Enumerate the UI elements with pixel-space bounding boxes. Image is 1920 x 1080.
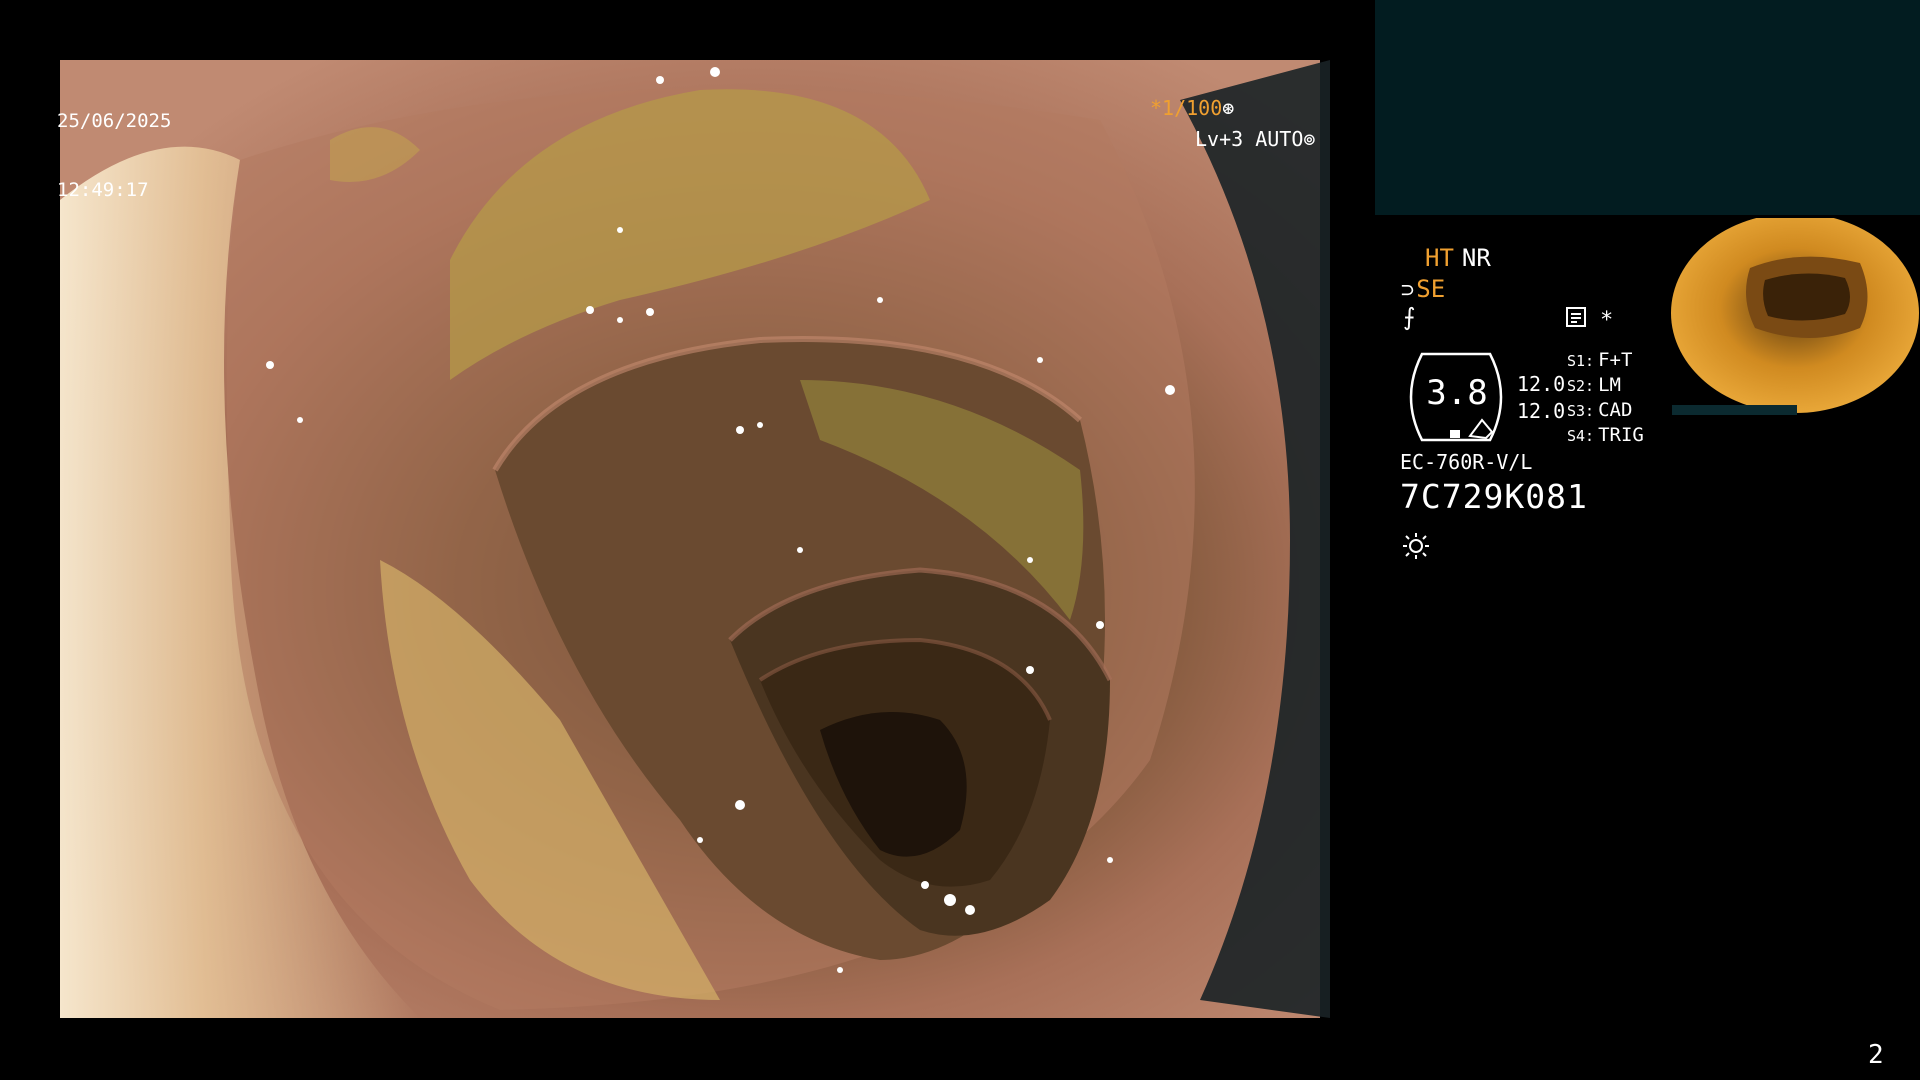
switch-s1: S1: F+T: [1567, 349, 1632, 371]
endoscope-image: [60, 60, 1330, 1018]
switch-key: S3:: [1567, 402, 1595, 420]
iris-label: Lv+3 AUTO: [1195, 127, 1304, 151]
date-time: 25/06/2025 12:49:17: [57, 64, 171, 225]
time-label: 12:49:17: [57, 179, 149, 201]
switch-s2: S2: LM: [1567, 374, 1621, 396]
enhance-icon: ⊃: [1401, 278, 1415, 303]
value-1: 12.0: [1517, 372, 1566, 396]
switch-key: S2:: [1567, 377, 1595, 395]
ht-label: HT: [1425, 244, 1454, 272]
se-setting: ⊃SE: [1401, 275, 1445, 303]
switch-s3: S3: CAD: [1567, 399, 1632, 421]
switch-value: TRIG: [1598, 424, 1644, 446]
zoom-value: 3.8: [1426, 373, 1488, 413]
image-settings: HT NR: [1425, 244, 1491, 272]
date-label: 25/06/2025: [57, 110, 172, 132]
star-label: *: [1600, 308, 1614, 333]
nr-label: NR: [1461, 244, 1491, 272]
switch-value: F+T: [1598, 349, 1633, 371]
light-icon: [1403, 533, 1429, 559]
value-2: 12.0: [1517, 399, 1566, 423]
iris-mode: Lv+3 AUTO⊚: [1195, 127, 1315, 151]
switch-key: S4:: [1567, 427, 1595, 445]
scope-model: EC-760R-V/L: [1400, 450, 1533, 474]
switch-key: S1:: [1567, 352, 1595, 370]
page-number: 2: [1868, 1040, 1884, 1070]
switch-s4: S4: TRIG: [1567, 424, 1644, 446]
switch-value: CAD: [1598, 399, 1633, 421]
se-label: SE: [1416, 275, 1446, 303]
memo-icon: [1566, 307, 1586, 327]
shutter-label: *1/100: [1150, 96, 1223, 120]
switch-value: LM: [1598, 374, 1621, 396]
thumbnail-panel: [1375, 0, 1920, 215]
thumbnail-image[interactable]: [1670, 218, 1920, 418]
iris-icon: ⊚: [1303, 127, 1316, 151]
shutter-speed: *1/100⊛: [1150, 96, 1234, 120]
thumbnail-bar: [1672, 405, 1797, 415]
shutter-icon: ⊛: [1222, 96, 1235, 120]
scissors-icon: ⨍: [1403, 303, 1416, 331]
scope-serial: 7C729K081: [1400, 477, 1588, 516]
